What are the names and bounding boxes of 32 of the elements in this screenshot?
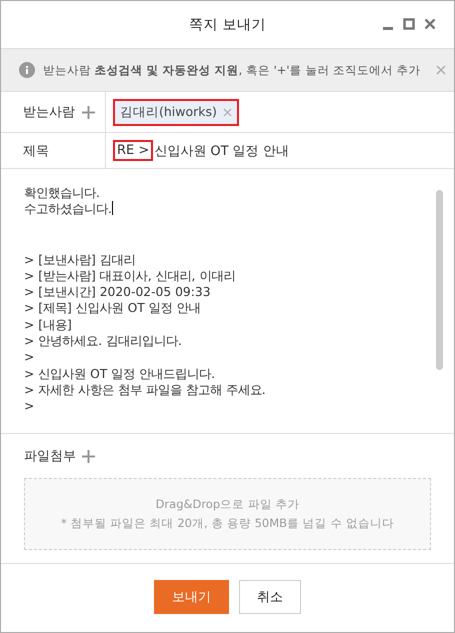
remove-icon[interactable] [222,108,232,116]
quoted-line: > [24,398,34,415]
field-label: 받는사람 [23,104,75,121]
quoted-line: > [24,349,34,366]
section-label: 파일첨부 [24,448,76,465]
quoted-line: > [받는사람] 대표이사, 신대리, 이대리 [24,268,236,284]
info-icon [19,62,35,78]
drop-hint: Drag&Drop으로 파일 추가 [156,497,300,512]
reply-prefix: RE > [115,142,152,159]
quoted-line: > [제목] 신입사원 OT 일정 안내 [24,300,201,317]
add-icon[interactable] [82,450,95,462]
message-field[interactable]: 확인했습니다. 수고하셨습니다. > [보낸사람] 김대리 > [받는사람] 대표이사, 신대리, 이대리 > [보낸시간] 2020-02-05 09:33 > [제목] 신입사원 OT 일정 안내 > [내용] > 안녕하세요. 김대리입니다. > > 신입사원 OT 일정 안내드립니다. > 자세한 사항은 첨부 파일을 참고해 주세요. > [1,169,454,415]
window-title: 쪽지 보내기 [188,16,266,34]
quoted-line: > 신입사원 OT 일정 안내드립니다. [24,366,216,382]
add-icon[interactable] [82,106,95,118]
close-icon[interactable] [436,65,446,75]
scrollbar[interactable] [436,190,443,370]
message-line: 확인했습니다. [24,185,100,202]
quoted-line: > [보낸시간] 2020-02-05 09:33 [24,284,211,300]
maximize-icon[interactable] [403,18,415,30]
cancel-button[interactable]: 취소 [239,580,301,614]
drop-note: * 첨부될 파일은 최대 20개, 총 용량 50MB를 넘길 수 없습니다 [60,516,394,531]
message-line: 수고하셨습니다. [24,201,113,218]
close-icon[interactable] [424,18,436,30]
recipient-chip[interactable]: 김대리(hiworks) [115,100,237,124]
quoted-line: > [보낸사람] 김대리 [24,252,136,268]
quoted-line: > 안녕하세요. 김대리입니다. [24,333,182,350]
quoted-line: > [내용] [24,316,72,334]
notice-text: 받는사람 초성검색 및 자동완성 지원, 혹은 '+'를 눌러 조직도에서 추가 [43,62,422,78]
subject-text[interactable]: 신입사원 OT 일정 안내 [154,142,289,160]
quoted-line: > 자세한 사항은 첨부 파일을 참고해 주세요. [24,382,266,398]
field-label: 제목 [23,142,49,160]
